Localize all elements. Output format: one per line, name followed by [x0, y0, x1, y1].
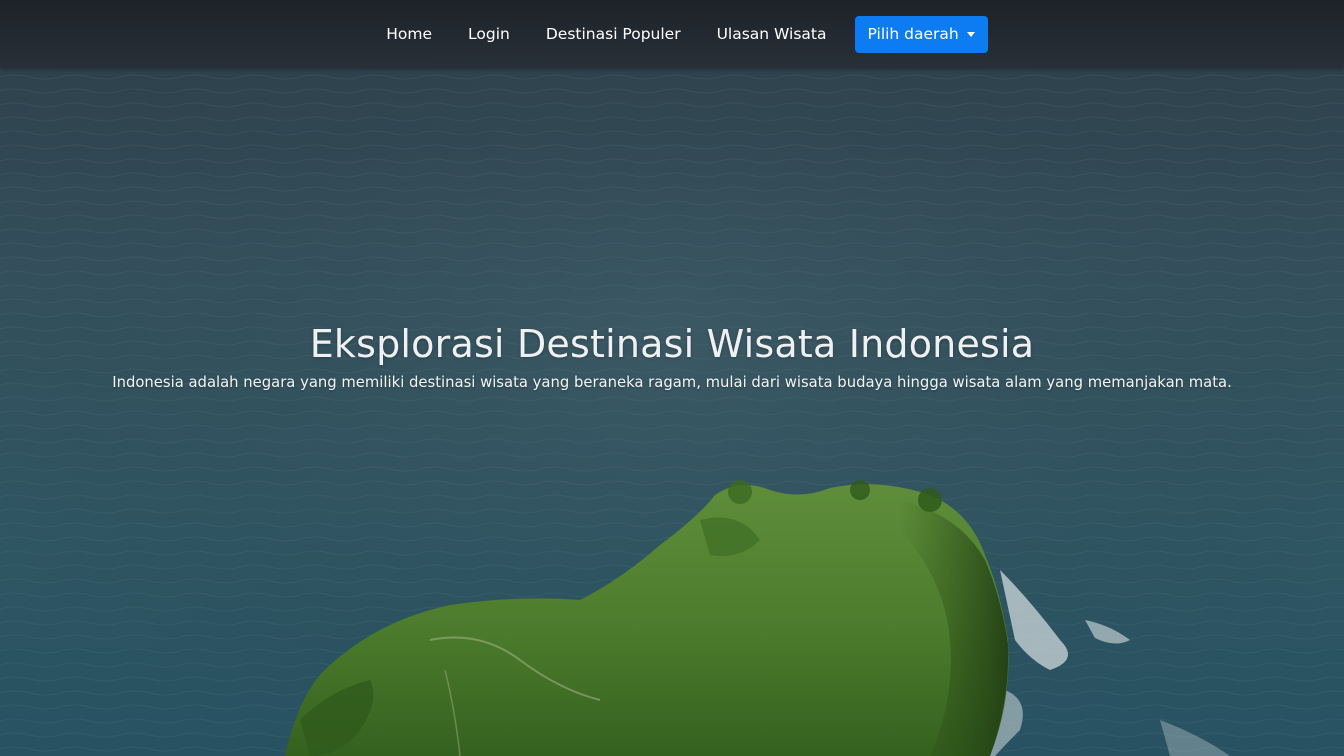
nav-item-destinasi-populer: Destinasi Populer: [528, 17, 699, 51]
hero-subtitle: Indonesia adalah negara yang memiliki de…: [112, 374, 1232, 391]
top-navbar: Home Login Destinasi Populer Ulasan Wisa…: [0, 0, 1344, 68]
nav-link-destinasi-populer[interactable]: Destinasi Populer: [528, 17, 699, 51]
nav-link-login[interactable]: Login: [450, 17, 528, 51]
pilih-daerah-dropdown-button[interactable]: Pilih daerah: [854, 15, 988, 53]
nav-menu: Home Login Destinasi Populer Ulasan Wisa…: [368, 15, 988, 53]
nav-item-home: Home: [368, 17, 450, 51]
dropdown-label: Pilih daerah: [867, 25, 959, 43]
nav-item-ulasan-wisata: Ulasan Wisata: [699, 17, 845, 51]
nav-item-dropdown: Pilih daerah: [845, 15, 988, 53]
hero-content: Eksplorasi Destinasi Wisata Indonesia In…: [0, 322, 1344, 391]
nav-link-home[interactable]: Home: [368, 17, 450, 51]
nav-item-login: Login: [450, 17, 528, 51]
hero-section: Home Login Destinasi Populer Ulasan Wisa…: [0, 0, 1344, 756]
nav-link-ulasan-wisata[interactable]: Ulasan Wisata: [699, 17, 845, 51]
caret-down-icon: [966, 31, 975, 37]
hero-title: Eksplorasi Destinasi Wisata Indonesia: [309, 322, 1035, 366]
